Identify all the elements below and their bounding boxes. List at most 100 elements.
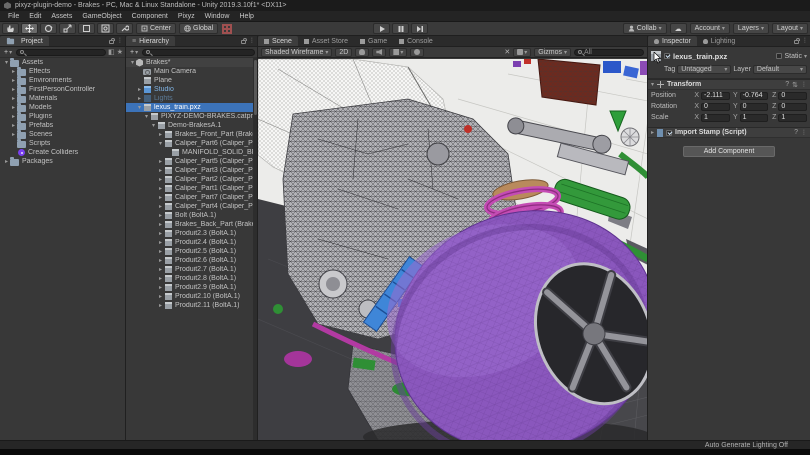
tab-hierarchy[interactable]: ≡ Hierarchy [126,36,175,46]
step-button[interactable] [411,23,428,34]
object-name-field[interactable]: lexus_train.pxz [673,52,773,61]
foldout-arrow[interactable]: ▸ [157,302,164,309]
menu-item[interactable]: Window [200,12,235,21]
foldout-arrow[interactable]: ▸ [3,158,10,165]
hierarchy-tree-item[interactable]: ▸ Produit2.10 (BoltA.1) [126,292,253,301]
foldout-arrow[interactable]: ▸ [157,176,164,183]
scene-view-tab[interactable]: Scene [258,36,298,46]
z-value-field[interactable]: 0 [778,103,807,111]
create-asset-button[interactable]: +▾ [2,49,14,56]
foldout-arrow[interactable]: ▸ [157,284,164,291]
lock-icon[interactable] [794,40,799,44]
project-tree-item[interactable]: ▾ Assets [0,58,125,67]
play-button[interactable] [373,23,390,34]
presets-icon[interactable]: ⇅ [792,81,798,89]
foldout-arrow[interactable]: ▸ [157,203,164,210]
component-menu-icon[interactable]: ⋮ [801,129,807,136]
foldout-arrow[interactable]: ▸ [157,158,164,165]
foldout-arrow[interactable]: ▸ [157,230,164,237]
foldout-arrow[interactable]: ▸ [10,104,17,111]
transform-tool-button[interactable] [97,23,114,34]
auto-generate-lighting-status[interactable]: Auto Generate Lighting Off [705,442,788,449]
menu-item[interactable]: Component [127,12,173,21]
scene-audio-toggle[interactable] [372,48,386,57]
foldout-arrow[interactable]: ▸ [157,131,164,138]
add-component-button[interactable]: Add Component [683,146,775,157]
foldout-arrow[interactable]: ▸ [157,275,164,282]
foldout-arrow[interactable]: ▸ [10,68,17,75]
search-by-label-icon[interactable]: ★ [117,48,123,56]
rect-tool-button[interactable] [78,23,95,34]
foldout-arrow[interactable]: ▾ [150,122,157,129]
layer-dropdown[interactable]: Default▾ [753,65,807,74]
hierarchy-tree-item[interactable]: ▸ Caliper_Part7 (Caliper_Part7A.1) [126,193,253,202]
scale-tool-button[interactable] [59,23,76,34]
component-menu-icon[interactable]: ⋮ [801,81,807,88]
tab-project[interactable]: Project [0,36,49,46]
foldout-arrow[interactable]: ▸ [157,266,164,273]
hierarchy-tree-item[interactable]: ▸ Produit2.11 (BoltA.1) [126,301,253,310]
panel-menu-icon[interactable]: ⋮ [802,37,808,44]
scene-viewport[interactable] [258,59,647,440]
static-checkbox[interactable] [776,53,782,59]
hierarchy-tree-item[interactable]: ▸ Bolt (BoltA.1) [126,211,253,220]
gizmos-dropdown[interactable]: Gizmos▾ [534,48,571,57]
y-value-field[interactable]: -0.764 [740,92,769,100]
hierarchy-tree-item[interactable]: ▸ Produit2.3 (BoltA.1) [126,229,253,238]
z-value-field[interactable]: 1 [778,114,807,122]
project-tree-item[interactable]: ▸ Environments [0,76,125,85]
foldout-arrow[interactable]: ▾ [157,140,164,147]
foldout-arrow[interactable]: ▸ [157,239,164,246]
tag-dropdown[interactable]: Untagged▾ [677,65,731,74]
foldout-arrow[interactable]: ▸ [157,212,164,219]
panel-menu-icon[interactable]: ⋮ [249,37,255,44]
hierarchy-tree-item[interactable]: ▸ Produit2.8 (BoltA.1) [126,274,253,283]
project-tree-item[interactable]: ▸ Models [0,103,125,112]
foldout-arrow[interactable]: ▸ [157,248,164,255]
hand-tool-button[interactable] [2,23,19,34]
menu-item[interactable]: Edit [24,12,46,21]
project-tree-item[interactable]: ▸ Packages [0,157,125,166]
help-icon[interactable]: ? [794,129,798,136]
scene-lighting-toggle[interactable] [355,48,369,57]
foldout-arrow[interactable]: ▸ [10,95,17,102]
hierarchy-tree-item[interactable]: ▸ Caliper_Part3 (Caliper_Part3A.1) [126,166,253,175]
layers-dropdown[interactable]: Layers▾ [733,23,769,34]
foldout-arrow[interactable]: ▾ [136,104,143,111]
lock-icon[interactable] [241,40,246,44]
project-tree-item[interactable]: ▸ Materials [0,94,125,103]
hierarchy-tree-item[interactable]: ▸ Studio [126,85,253,94]
foldout-arrow[interactable]: ▾ [651,81,654,88]
hierarchy-tree-item[interactable]: ▸ Caliper_Part1 (Caliper_Part1A.1) [126,184,253,193]
shading-mode-dropdown[interactable]: Shaded Wireframe▾ [261,48,332,57]
menu-item[interactable]: Pixyz [173,12,200,21]
active-checkbox[interactable] [664,53,670,59]
cloud-services-button[interactable]: ☁ [670,23,687,34]
hierarchy-tree-item[interactable]: ▾ Demo-BrakesA.1 [126,121,253,130]
foldout-arrow[interactable]: ▸ [157,167,164,174]
project-tree-item[interactable]: ▸ Plugins [0,112,125,121]
foldout-arrow[interactable]: ▾ [143,113,150,120]
hierarchy-tree-item[interactable]: ▸ Lights [126,94,253,103]
hierarchy-tree-item[interactable]: Main Camera [126,67,253,76]
toggle-2d-button[interactable]: 2D [335,48,352,57]
rotate-tool-button[interactable] [40,23,57,34]
project-tree-item[interactable]: Scripts [0,139,125,148]
hierarchy-tree-item[interactable]: MANIFOLD_SOLID_BREP [126,148,253,157]
account-dropdown[interactable]: Account▾ [690,23,730,34]
panel-menu-icon[interactable]: ⋮ [117,37,123,44]
scene-view-tab[interactable]: Game [354,36,393,46]
hierarchy-search-input[interactable] [142,49,255,56]
foldout-arrow[interactable]: ▸ [157,185,164,192]
layout-dropdown[interactable]: Layout▾ [772,23,808,34]
help-icon[interactable]: ? [785,81,789,88]
foldout-arrow[interactable]: ▸ [157,293,164,300]
hierarchy-tree-item[interactable]: ▸ Caliper_Part5 (Caliper_Part5A.1) [126,157,253,166]
hierarchy-tree-item[interactable]: ▾ Caliper_Part6 (Caliper_Part6A.1) [126,139,253,148]
grid-snap-icon[interactable] [222,24,232,34]
x-value-field[interactable]: 0 [701,103,730,111]
menu-item[interactable]: File [3,12,24,21]
global-local-button[interactable]: Global [179,23,218,34]
scene-viewport-3d[interactable] [258,59,648,440]
pause-button[interactable] [392,23,409,34]
